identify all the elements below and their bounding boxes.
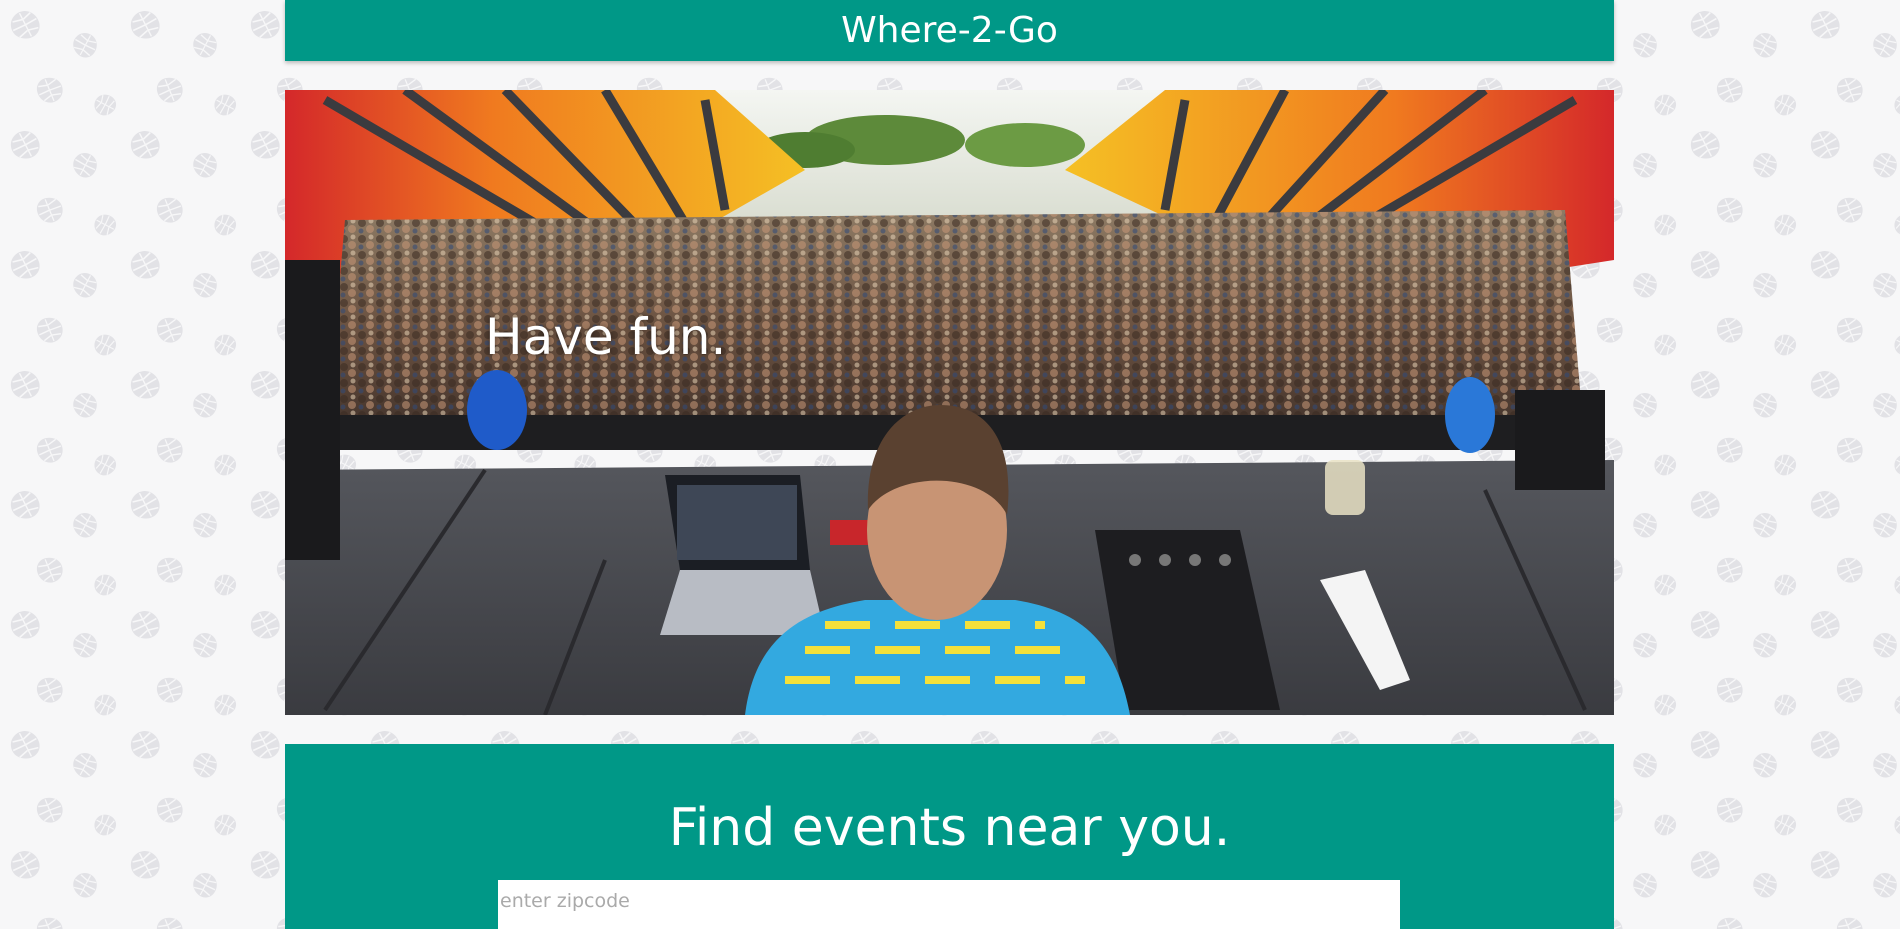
hero-image xyxy=(285,90,1614,715)
hero-tagline: Have fun. xyxy=(485,308,727,366)
zipcode-input[interactable] xyxy=(498,880,1400,929)
search-section: Find events near you. xyxy=(285,744,1614,929)
app-header: Where-2-Go xyxy=(285,0,1614,61)
app-title[interactable]: Where-2-Go xyxy=(841,10,1058,51)
hero-banner: Have fun. xyxy=(285,90,1614,715)
search-heading: Find events near you. xyxy=(668,798,1231,858)
main-container: Where-2-Go Have fun. Find events near yo… xyxy=(285,0,1614,929)
